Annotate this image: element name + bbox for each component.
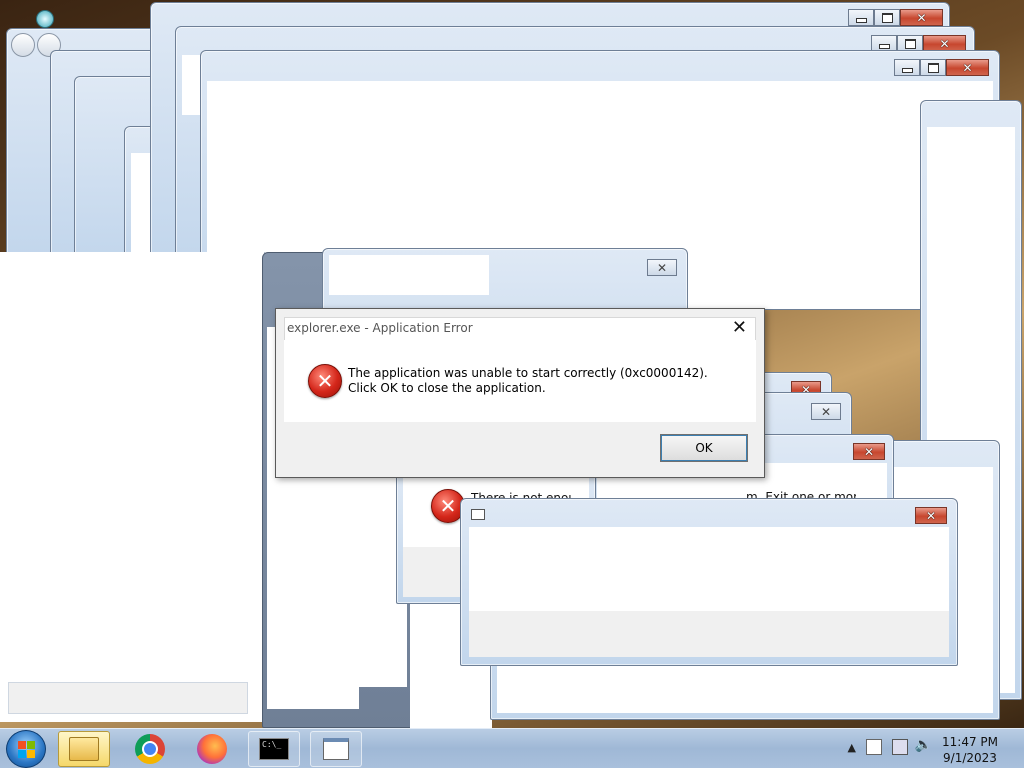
ok-button[interactable]: OK [660,434,748,462]
clock[interactable]: 11:47 PM 9/1/2023 [942,734,998,766]
firefox-icon [197,734,227,764]
application-error-dialog: explorer.exe - Application Error ✕ ✕ The… [275,308,765,478]
volume-icon[interactable]: 🔈 [915,737,932,753]
desktop-gadget [36,10,54,28]
taskbar-item-chrome[interactable] [124,731,176,767]
close-button[interactable]: ✕ [647,259,677,276]
white-pane [0,252,265,722]
start-button[interactable] [6,730,46,768]
maximize-button[interactable] [874,9,900,26]
error-icon: ✕ [308,364,342,398]
close-button[interactable]: ✕ [946,59,989,76]
dialog-titlebar: explorer.exe - Application Error ✕ [284,317,756,341]
taskbar-item-explorer[interactable] [58,731,110,767]
action-center-icon[interactable] [866,739,882,755]
close-button[interactable]: ✕ [915,507,947,524]
taskbar: C:\_ ▲ 🔈 11:47 PM 9/1/2023 [0,728,1024,768]
folder-icon [69,737,99,761]
clock-time: 11:47 PM [942,735,998,749]
chrome-icon [135,734,165,764]
minimize-button[interactable] [848,9,874,26]
minimize-button[interactable] [894,59,920,76]
app-window-icon [323,738,349,760]
network-icon[interactable] [892,739,908,755]
empty-window: ✕ [460,498,958,666]
taskbar-item-window[interactable] [310,731,362,767]
taskbar-item-firefox[interactable] [186,731,238,767]
taskbar-item-cmd[interactable]: C:\_ [248,731,300,767]
close-button[interactable]: ✕ [900,9,943,26]
maximize-button[interactable] [920,59,946,76]
close-button[interactable]: ✕ [811,403,841,420]
app-icon [471,509,485,520]
dialog-body: ✕ The application was unable to start co… [284,340,756,422]
clock-date: 9/1/2023 [943,751,997,765]
close-icon[interactable]: ✕ [732,319,747,337]
show-hidden-icons[interactable]: ▲ [848,741,856,754]
close-button[interactable]: ✕ [853,443,885,460]
cmd-icon: C:\_ [259,738,289,760]
dialog-title: explorer.exe - Application Error [287,321,473,335]
error-message: The application was unable to start corr… [348,366,708,395]
